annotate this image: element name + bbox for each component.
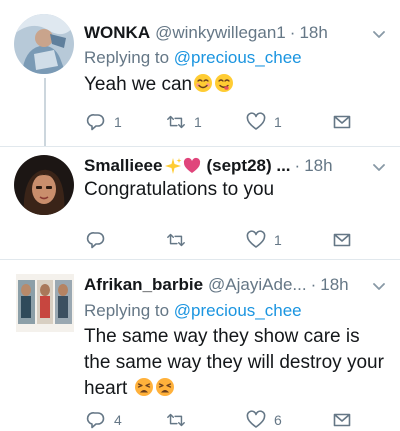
timestamp[interactable]: 18h [304,156,332,176]
avatar[interactable] [14,14,74,74]
like-count: 1 [274,232,282,248]
replying-to-label: Replying to [84,301,170,320]
mention-link[interactable]: @precious_chee [174,48,302,67]
chevron-down-icon[interactable] [370,158,388,176]
avatar[interactable] [16,274,74,332]
tired-face-emoji [155,378,174,396]
tweet-text: Yeah we can [84,72,390,98]
tired-face-emoji [134,378,153,396]
share-icon [333,413,351,427]
tweet-actions: 4 6 [84,409,384,431]
share-icon [333,233,351,247]
display-name[interactable]: Smallieee [84,156,162,176]
username[interactable]: @winkywillegan1 [155,23,286,43]
tweet-text: Congratulations to you [84,177,390,203]
retweet-button[interactable] [166,229,194,251]
retweet-icon [167,233,185,247]
like-count: 1 [274,114,282,130]
retweet-icon [167,115,185,129]
reply-icon [86,412,105,429]
reply-button[interactable]: 1 [86,111,122,133]
tweet-header: Smallieee (sept28) ... · 18h [84,155,390,177]
mention-link[interactable]: @precious_chee [174,301,302,320]
share-button[interactable] [332,229,352,251]
username[interactable]: (sept28) ... [206,156,290,176]
share-icon [333,115,351,129]
timestamp[interactable]: 18h [299,23,327,43]
sparkles-emoji [165,158,182,174]
reply-count: 4 [114,412,122,428]
separator-dot: · [289,23,296,42]
tweet-header: WONKA @winkywillegan1 · 18h [84,22,390,44]
tweet-header: Afrikan_barbie @AjayiAde... · 18h [84,274,390,296]
replying-to: Replying to @precious_chee [84,48,302,68]
tweet[interactable]: Afrikan_barbie @AjayiAde... · 18h Replyi… [0,260,400,430]
display-name[interactable]: WONKA [84,23,150,43]
tweet[interactable]: Smallieee (sept28) ... · 18h Congratulat… [0,147,400,259]
replying-to-label: Replying to [84,48,170,67]
thread-line [44,78,46,146]
tweet-body: Yeah we can [84,74,193,95]
chevron-down-icon[interactable] [370,25,388,43]
share-button[interactable] [332,409,352,431]
tweet[interactable]: WONKA @winkywillegan1 · 18h Replying to … [0,0,400,146]
reply-icon [86,232,105,249]
reply-button[interactable]: 4 [86,409,122,431]
tweet-body: Congratulations to you [84,179,275,200]
like-button[interactable]: 1 [246,229,282,251]
like-count: 6 [274,412,282,428]
tweet-text: The same way they show care is the same … [84,324,390,402]
tweet-actions: 1 [84,229,384,251]
share-button[interactable] [332,111,352,133]
heart-icon [246,112,266,130]
heart-icon [246,230,266,248]
like-button[interactable]: 6 [246,409,282,431]
reply-button[interactable] [86,229,114,251]
pink-heart-emoji [184,157,201,173]
replying-to: Replying to @precious_chee [84,301,302,321]
display-name[interactable]: Afrikan_barbie [84,275,203,295]
reply-count: 1 [114,114,122,130]
separator-dot: · [294,156,301,175]
face-savoring-food-emoji [215,74,234,92]
retweet-button[interactable]: 1 [166,111,202,133]
username[interactable]: @AjayiAde... [208,275,307,295]
tweet-body: The same way they show care is the same … [84,326,384,399]
timestamp[interactable]: 18h [320,275,348,295]
retweet-count: 1 [194,114,202,130]
like-button[interactable]: 1 [246,111,282,133]
heart-icon [246,410,266,428]
smiling-face-emoji [194,74,213,92]
tweet-actions: 1 1 1 [84,111,384,133]
avatar[interactable] [14,155,74,215]
reply-icon [86,114,105,131]
chevron-down-icon[interactable] [370,277,388,295]
separator-dot: · [310,275,317,294]
retweet-button[interactable] [166,409,194,431]
retweet-icon [167,413,185,427]
